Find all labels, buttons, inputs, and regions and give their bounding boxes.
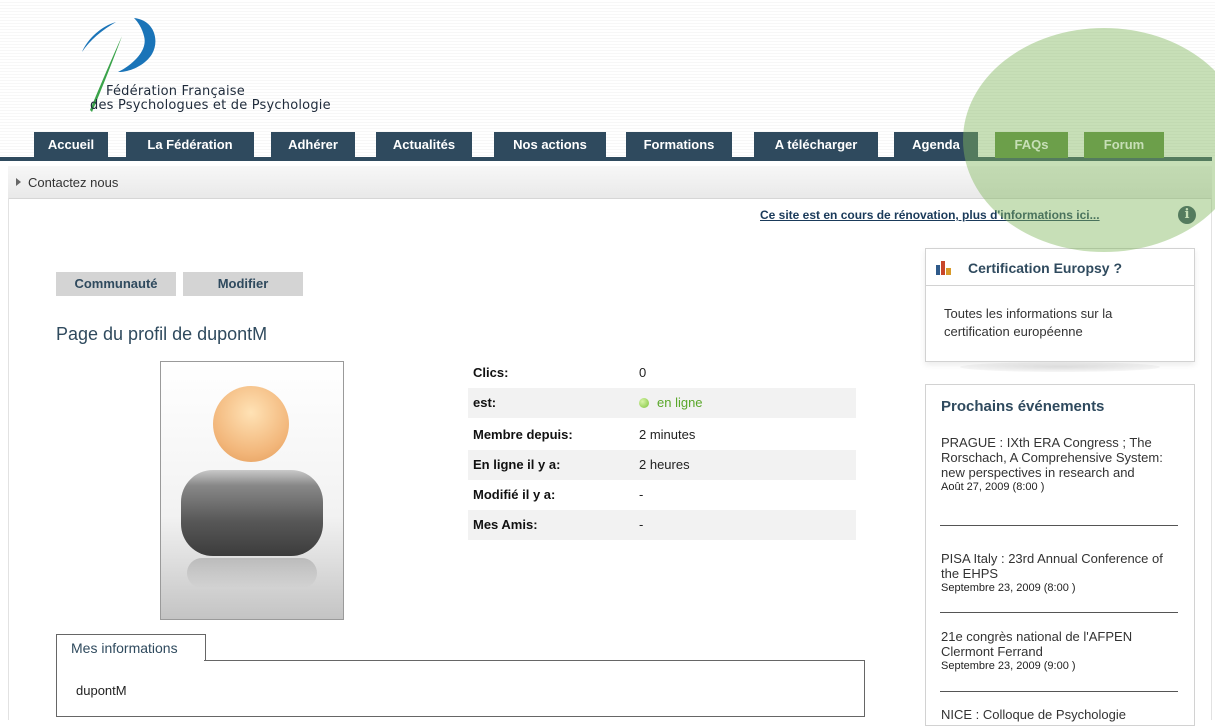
username-value: dupontM xyxy=(76,683,127,698)
chart-icon xyxy=(936,261,951,275)
profile-row-mes-amis: Mes Amis: - xyxy=(468,510,856,540)
event-separator xyxy=(940,612,1178,613)
certification-widget: Certification Europsy ? Toutes les infor… xyxy=(925,248,1195,362)
nav-item-forum[interactable]: Forum xyxy=(1084,132,1164,158)
event-date: Septembre 23, 2009 (9:00 ) xyxy=(941,660,1076,672)
field-label: Modifié il y a: xyxy=(473,487,556,502)
profile-row-en-ligne: En ligne il y a: 2 heures xyxy=(468,450,856,480)
info-icon[interactable]: i xyxy=(1178,206,1196,224)
arrow-right-icon xyxy=(16,178,21,186)
online-status-text: en ligne xyxy=(657,395,703,410)
content-border-right xyxy=(1211,198,1212,720)
content-border-left xyxy=(8,198,9,720)
field-label: Membre depuis: xyxy=(473,427,573,442)
nav-item-accueil[interactable]: Accueil xyxy=(34,132,108,158)
profile-row-membre-depuis: Membre depuis: 2 minutes xyxy=(468,420,856,450)
avatar xyxy=(160,361,344,620)
event-date: Août 27, 2009 (8:00 ) xyxy=(941,481,1045,493)
field-value: - xyxy=(639,517,644,532)
nav-item-la-federation[interactable]: La Fédération xyxy=(126,132,254,158)
widget-shadow xyxy=(960,362,1160,372)
nav-item-actualites[interactable]: Actualités xyxy=(376,132,472,158)
event-title[interactable]: PRAGUE : IXth ERA Congress ; The Rorscha… xyxy=(941,435,1181,480)
field-label: Mes Amis: xyxy=(473,517,538,532)
logo-text-line2: des Psychologues et de Psychologie xyxy=(90,98,331,113)
online-dot-icon xyxy=(639,398,649,408)
nav-item-a-telecharger[interactable]: A télécharger xyxy=(754,132,878,158)
contact-link[interactable]: Contactez nous xyxy=(28,175,118,190)
event-date: Septembre 23, 2009 (8:00 ) xyxy=(941,582,1076,594)
event-title[interactable]: 21e congrès national de l'AFPEN Clermont… xyxy=(941,629,1181,659)
field-value: 2 heures xyxy=(639,457,690,472)
nav-item-faqs[interactable]: FAQs xyxy=(995,132,1068,158)
nav-item-formations[interactable]: Formations xyxy=(626,132,732,158)
nav-item-nos-actions[interactable]: Nos actions xyxy=(494,132,606,158)
field-label: En ligne il y a: xyxy=(473,457,561,472)
field-value: - xyxy=(639,487,644,502)
certification-text[interactable]: Toutes les informations sur la certifica… xyxy=(944,305,1180,341)
profile-row-status: est: en ligne xyxy=(468,388,856,418)
tab-mes-informations[interactable]: Mes informations xyxy=(56,634,206,661)
events-widget: Prochains événements PRAGUE : IXth ERA C… xyxy=(925,384,1195,726)
tab-modifier[interactable]: Modifier xyxy=(183,272,303,296)
logo-text-line1: Fédération Française xyxy=(106,84,245,99)
tab-label: Mes informations xyxy=(71,640,178,656)
profile-row-modifie: Modifié il y a: - xyxy=(468,480,856,510)
avatar-reflection xyxy=(187,558,317,588)
event-title[interactable]: PISA Italy : 23rd Annual Conference of t… xyxy=(941,551,1181,581)
mes-informations-panel xyxy=(56,660,865,717)
nav-item-adherer[interactable]: Adhérer xyxy=(271,132,355,158)
avatar-body xyxy=(181,470,323,556)
nav-item-agenda[interactable]: Agenda xyxy=(894,132,978,158)
events-title: Prochains événements xyxy=(941,398,1105,415)
event-item[interactable]: 21e congrès national de l'AFPEN Clermont… xyxy=(941,629,1181,672)
certification-title[interactable]: Certification Europsy ? xyxy=(968,260,1122,276)
tab-communaute[interactable]: Communauté xyxy=(56,272,176,296)
renovation-notice-link[interactable]: Ce site est en cours de rénovation, plus… xyxy=(760,208,1100,222)
profile-row-clics: Clics: 0 xyxy=(468,358,856,388)
page-title: Page du profil de dupontM xyxy=(56,324,268,344)
sub-navigation: Contactez nous xyxy=(8,166,1212,199)
field-label: Clics: xyxy=(473,365,509,380)
event-separator xyxy=(940,525,1178,526)
avatar-head xyxy=(213,386,289,462)
field-value: 0 xyxy=(639,365,647,380)
event-separator xyxy=(940,691,1178,692)
event-item[interactable]: PISA Italy : 23rd Annual Conference of t… xyxy=(941,551,1181,594)
event-item[interactable]: PRAGUE : IXth ERA Congress ; The Rorscha… xyxy=(941,435,1181,493)
widget-header: Certification Europsy ? xyxy=(926,249,1194,286)
field-label: est: xyxy=(473,395,497,410)
field-value: 2 minutes xyxy=(639,427,696,442)
